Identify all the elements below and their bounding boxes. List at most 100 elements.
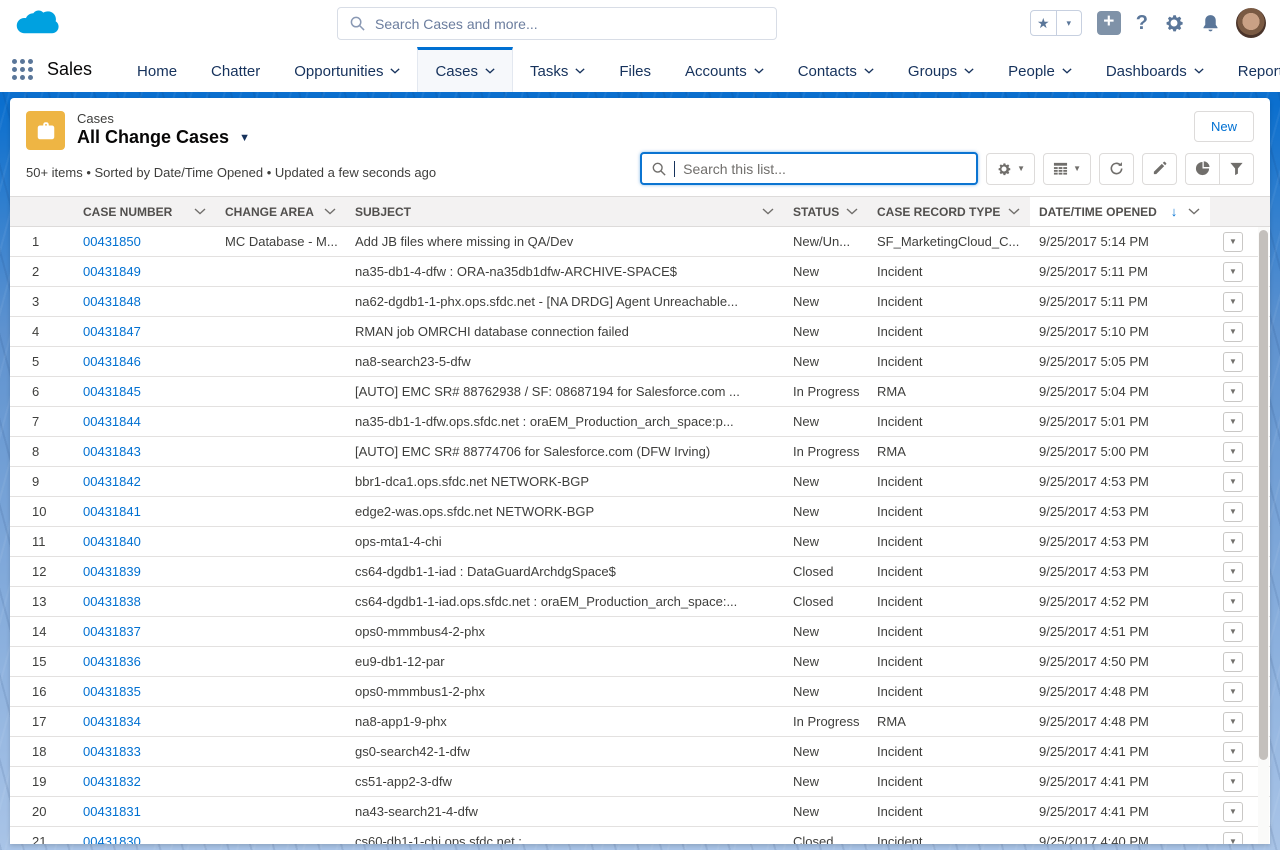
nav-tab-accounts[interactable]: Accounts [668,47,781,92]
case-number-link[interactable]: 00431833 [83,744,141,759]
row-actions-button[interactable]: ▼ [1223,562,1243,582]
column-menu-chevron-icon[interactable] [846,208,858,215]
column-header-change-area[interactable]: CHANGE AREA [216,197,346,226]
column-header-subject[interactable]: SUBJECT [346,197,784,226]
nav-tab-reports[interactable]: Reports [1221,47,1280,92]
column-header-case-number[interactable]: CASE NUMBER [74,197,216,226]
case-number-link[interactable]: 00431842 [83,474,141,489]
row-actions-button[interactable]: ▼ [1223,412,1243,432]
row-number: 12 [10,557,74,586]
row-actions-button[interactable]: ▼ [1223,592,1243,612]
filter-button[interactable] [1219,153,1254,185]
refresh-button[interactable] [1099,153,1134,185]
nav-tab-chatter[interactable]: Chatter [194,47,277,92]
nav-tab-label: Chatter [211,63,260,80]
row-number: 11 [10,527,74,556]
case-number-link[interactable]: 00431847 [83,324,141,339]
case-number-link[interactable]: 00431830 [83,834,141,844]
edit-button[interactable] [1142,153,1177,185]
row-actions-button[interactable]: ▼ [1223,682,1243,702]
caret-down-icon: ▼ [1229,687,1237,696]
nav-tab-people[interactable]: People [991,47,1089,92]
list-view-selector[interactable]: All Change Cases ▼ [77,127,250,148]
case-number-link[interactable]: 00431834 [83,714,141,729]
case-number-link[interactable]: 00431840 [83,534,141,549]
case-number-link[interactable]: 00431836 [83,654,141,669]
nav-tab-opportunities[interactable]: Opportunities [277,47,417,92]
column-menu-chevron-icon[interactable] [324,208,336,215]
row-actions-button[interactable]: ▼ [1223,472,1243,492]
row-actions-button[interactable]: ▼ [1223,292,1243,312]
list-search-input[interactable]: Search this list... [640,152,978,185]
column-menu-chevron-icon[interactable] [1188,208,1200,215]
case-number-link[interactable]: 00431835 [83,684,141,699]
case-number-link[interactable]: 00431839 [83,564,141,579]
nav-tab-dashboards[interactable]: Dashboards [1089,47,1221,92]
favorites-caret-icon[interactable]: ▾ [1056,11,1081,35]
row-actions-button[interactable]: ▼ [1223,622,1243,642]
column-header-status[interactable]: STATUS [784,197,868,226]
column-menu-chevron-icon[interactable] [194,208,206,215]
case-number-link[interactable]: 00431849 [83,264,141,279]
nav-tab-groups[interactable]: Groups [891,47,991,92]
table-row: 1700431834na8-app1-9-phxIn ProgressRMA9/… [10,707,1270,737]
row-actions-button[interactable]: ▼ [1223,832,1243,845]
nav-tab-cases[interactable]: Cases [417,47,513,92]
nav-tab-home[interactable]: Home [120,47,194,92]
row-actions-button[interactable]: ▼ [1223,262,1243,282]
case-number-link[interactable]: 00431848 [83,294,141,309]
row-actions-button[interactable]: ▼ [1223,772,1243,792]
case-number-link[interactable]: 00431837 [83,624,141,639]
case-number-link[interactable]: 00431844 [83,414,141,429]
row-actions-button[interactable]: ▼ [1223,442,1243,462]
column-header-date-time-opened[interactable]: DATE/TIME OPENED↓ [1030,197,1210,226]
column-header-case-record-type[interactable]: CASE RECORD TYPE [868,197,1030,226]
nav-tab-label: Tasks [530,63,568,80]
setup-gear-icon[interactable] [1163,12,1185,34]
subject-cell: na35-db1-4-dfw : ORA-na35db1dfw-ARCHIVE-… [346,257,784,286]
row-actions-button[interactable]: ▼ [1223,232,1243,252]
new-button[interactable]: New [1194,111,1254,142]
case-number-link[interactable]: 00431843 [83,444,141,459]
row-actions-button[interactable]: ▼ [1223,382,1243,402]
list-settings-button[interactable]: ▼ [986,153,1035,185]
table-row: 1200431839cs64-dgdb1-1-iad : DataGuardAr… [10,557,1270,587]
nav-tab-contacts[interactable]: Contacts [781,47,891,92]
row-actions-button[interactable]: ▼ [1223,652,1243,672]
app-launcher-waffle-icon[interactable] [12,47,33,92]
row-actions-button[interactable]: ▼ [1223,742,1243,762]
vertical-scrollbar-track[interactable] [1258,227,1269,844]
row-actions-button[interactable]: ▼ [1223,502,1243,522]
case-number-link[interactable]: 00431850 [83,234,141,249]
charts-button[interactable] [1185,153,1219,185]
row-actions-button[interactable]: ▼ [1223,712,1243,732]
row-actions-button[interactable]: ▼ [1223,352,1243,372]
cases-object-icon [26,111,65,150]
avatar[interactable] [1236,8,1266,38]
global-search-input[interactable]: Search Cases and more... [337,7,777,40]
app-name[interactable]: Sales [33,47,120,92]
vertical-scrollbar-thumb[interactable] [1259,230,1268,760]
row-actions-button[interactable]: ▼ [1223,802,1243,822]
global-actions-plus-icon[interactable]: + [1097,11,1121,35]
favorites-star-icon[interactable]: ★ [1031,11,1056,35]
column-menu-chevron-icon[interactable] [1008,208,1020,215]
record-type-cell: Incident [868,257,1030,286]
table-row: 900431842bbr1-dca1.ops.sfdc.net NETWORK-… [10,467,1270,497]
display-as-button[interactable]: ▼ [1043,153,1091,185]
column-menu-chevron-icon[interactable] [762,208,774,215]
case-number-link[interactable]: 00431846 [83,354,141,369]
nav-tab-tasks[interactable]: Tasks [513,47,602,92]
case-number-link[interactable]: 00431845 [83,384,141,399]
row-number: 1 [10,227,74,256]
row-actions-button[interactable]: ▼ [1223,322,1243,342]
nav-tab-files[interactable]: Files [602,47,668,92]
case-number-link[interactable]: 00431832 [83,774,141,789]
change-area-cell [216,707,346,736]
case-number-link[interactable]: 00431841 [83,504,141,519]
row-actions-button[interactable]: ▼ [1223,532,1243,552]
help-icon[interactable]: ? [1136,12,1148,35]
case-number-link[interactable]: 00431831 [83,804,141,819]
case-number-link[interactable]: 00431838 [83,594,141,609]
notifications-bell-icon[interactable] [1200,12,1221,34]
